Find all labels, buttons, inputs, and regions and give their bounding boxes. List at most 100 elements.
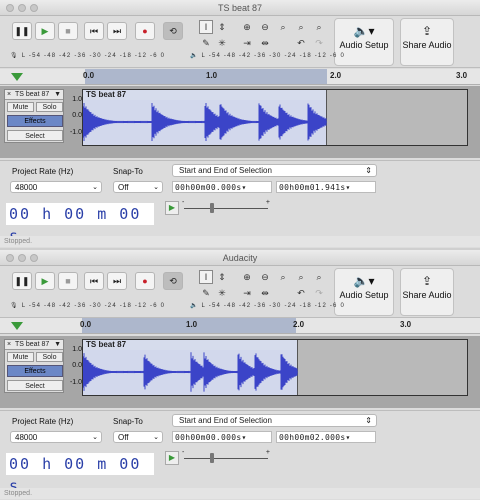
- fit-selection-button[interactable]: ⌕: [276, 20, 290, 34]
- track-name-menu[interactable]: × TS beat 87 ▼: [5, 90, 63, 100]
- trim-icon: ⇥: [243, 287, 251, 298]
- redo-button[interactable]: ↷: [312, 36, 326, 50]
- playback-meter[interactable]: 🔈 L -54 -48 -42 -36 -30 -24 -18 -12 -6 0: [190, 302, 350, 312]
- pause-button[interactable]: ❚❚: [12, 22, 32, 40]
- selection-end-time[interactable]: 00h00m01.941s▾: [276, 181, 376, 193]
- clip-lane[interactable]: TS beat 87: [82, 339, 468, 396]
- fit-selection-button[interactable]: ⌕: [276, 270, 290, 284]
- mute-button[interactable]: Mute: [7, 352, 34, 362]
- share-audio-button[interactable]: ⇪ Share Audio: [400, 268, 454, 316]
- zoom-in-button[interactable]: ⊕: [240, 270, 254, 284]
- track-name-menu[interactable]: × TS beat 87 ▼: [5, 340, 63, 350]
- zoom-toggle-button[interactable]: ⌕: [312, 270, 326, 284]
- track-area[interactable]: × TS beat 87 ▼ Mute Solo Effects Select …: [0, 336, 480, 408]
- playhead-icon[interactable]: [11, 322, 23, 330]
- play-button[interactable]: ▶: [35, 22, 55, 40]
- record-meter[interactable]: 🎙 L -54 -48 -42 -36 -30 -24 -18 -12 -6 0: [10, 302, 180, 312]
- skip-start-button[interactable]: ⏮: [84, 22, 104, 40]
- solo-button[interactable]: Solo: [36, 102, 63, 112]
- zoom-out-button[interactable]: ⊖: [258, 20, 272, 34]
- playback-speed-slider[interactable]: - +: [180, 199, 272, 215]
- selection-mode-select[interactable]: Start and End of Selection ⇕: [172, 164, 377, 177]
- multi-tool[interactable]: ✳: [215, 36, 229, 50]
- fit-project-button[interactable]: ⌕: [294, 20, 308, 34]
- effects-button[interactable]: Effects: [7, 115, 63, 127]
- record-meter[interactable]: 🎙 L -54 -48 -42 -36 -30 -24 -18 -12 -6 0: [10, 52, 180, 62]
- playback-speed-slider[interactable]: - +: [180, 449, 272, 465]
- skip-start-button[interactable]: ⏮: [84, 272, 104, 290]
- snap-to-value: Off: [118, 433, 129, 442]
- audio-clip[interactable]: TS beat 87: [83, 340, 298, 395]
- mute-button[interactable]: Mute: [7, 102, 34, 112]
- selection-start-time[interactable]: 00h00m00.000s▾: [172, 181, 272, 193]
- playhead-icon[interactable]: [11, 73, 23, 81]
- zoom-toggle-button[interactable]: ⌕: [312, 20, 326, 34]
- project-rate-select[interactable]: 48000 ⌄: [10, 181, 102, 193]
- selection-end-time[interactable]: 00h00m02.000s▾: [276, 431, 376, 443]
- close-window-button[interactable]: [6, 4, 14, 12]
- clip-lane[interactable]: TS beat 87: [82, 89, 468, 146]
- clip-title[interactable]: TS beat 87: [83, 90, 326, 100]
- selection-tool[interactable]: I: [199, 270, 213, 284]
- fit-project-button[interactable]: ⌕: [294, 270, 308, 284]
- multi-tool[interactable]: ✳: [215, 286, 229, 300]
- selection-end-value: 00h00m01.941s: [279, 183, 346, 192]
- silence-button[interactable]: ⇹: [258, 36, 272, 50]
- record-meter-scale: -54 -48 -42 -36 -30 -24 -18 -12 -6 0: [28, 303, 166, 309]
- close-window-button[interactable]: [6, 254, 14, 262]
- silence-button[interactable]: ⇹: [258, 286, 272, 300]
- zoom-out-button[interactable]: ⊖: [258, 270, 272, 284]
- record-button[interactable]: ●: [135, 22, 155, 40]
- loop-button[interactable]: ⟲: [163, 22, 183, 40]
- timeline-ruler[interactable]: 0.0 1.0 2.0 3.0: [0, 318, 480, 334]
- zoom-window-button[interactable]: [30, 254, 38, 262]
- draw-tool[interactable]: ✎: [199, 36, 213, 50]
- minimize-window-button[interactable]: [18, 254, 26, 262]
- envelope-tool[interactable]: ⇕: [215, 270, 229, 284]
- select-track-button[interactable]: Select: [7, 130, 63, 141]
- track-area[interactable]: × TS beat 87 ▼ Mute Solo Effects Select …: [0, 86, 480, 158]
- pause-button[interactable]: ❚❚: [12, 272, 32, 290]
- play-at-speed-button[interactable]: ▶: [165, 201, 179, 215]
- draw-tool[interactable]: ✎: [199, 286, 213, 300]
- undo-button[interactable]: ↶: [294, 36, 308, 50]
- project-rate-select[interactable]: 48000 ⌄: [10, 431, 102, 443]
- timeline-ruler[interactable]: 0.0 1.0 2.0 3.0: [0, 69, 480, 85]
- skip-end-button[interactable]: ⏭: [107, 272, 127, 290]
- skip-end-button[interactable]: ⏭: [107, 22, 127, 40]
- loop-button[interactable]: ⟲: [163, 272, 183, 290]
- zoom-window-button[interactable]: [30, 4, 38, 12]
- close-track-icon[interactable]: ×: [7, 340, 11, 350]
- minimize-window-button[interactable]: [18, 4, 26, 12]
- zoom-in-button[interactable]: ⊕: [240, 20, 254, 34]
- effects-button[interactable]: Effects: [7, 365, 63, 377]
- snap-to-select[interactable]: Off ⌄: [113, 181, 163, 193]
- play-button[interactable]: ▶: [35, 272, 55, 290]
- selection-mode-select[interactable]: Start and End of Selection ⇕: [172, 414, 377, 427]
- selection-start-time[interactable]: 00h00m00.000s▾: [172, 431, 272, 443]
- stop-button[interactable]: ■: [58, 22, 78, 40]
- play-at-speed-button[interactable]: ▶: [165, 451, 179, 465]
- envelope-tool[interactable]: ⇕: [215, 20, 229, 34]
- snap-to-value: Off: [118, 183, 129, 192]
- record-button[interactable]: ●: [135, 272, 155, 290]
- clip-title[interactable]: TS beat 87: [83, 340, 297, 350]
- playback-meter[interactable]: 🔈 L -54 -48 -42 -36 -30 -24 -18 -12 -6 0: [190, 52, 350, 62]
- audio-position-time[interactable]: 00 h 00 m 00 s: [6, 453, 154, 495]
- selection-tool[interactable]: I: [199, 20, 213, 34]
- share-audio-button[interactable]: ⇪ Share Audio: [400, 18, 454, 66]
- audio-clip[interactable]: TS beat 87: [83, 90, 327, 145]
- trim-button[interactable]: ⇥: [240, 286, 254, 300]
- slider-knob[interactable]: [210, 453, 214, 463]
- solo-button[interactable]: Solo: [36, 352, 63, 362]
- audio-position-time[interactable]: 00 h 00 m 00 s: [6, 203, 154, 245]
- slider-knob[interactable]: [210, 203, 214, 213]
- redo-button[interactable]: ↷: [312, 286, 326, 300]
- close-track-icon[interactable]: ×: [7, 90, 11, 100]
- select-track-button[interactable]: Select: [7, 380, 63, 391]
- scale-top: 1.0: [72, 96, 82, 103]
- trim-button[interactable]: ⇥: [240, 36, 254, 50]
- snap-to-select[interactable]: Off ⌄: [113, 431, 163, 443]
- undo-button[interactable]: ↶: [294, 286, 308, 300]
- stop-button[interactable]: ■: [58, 272, 78, 290]
